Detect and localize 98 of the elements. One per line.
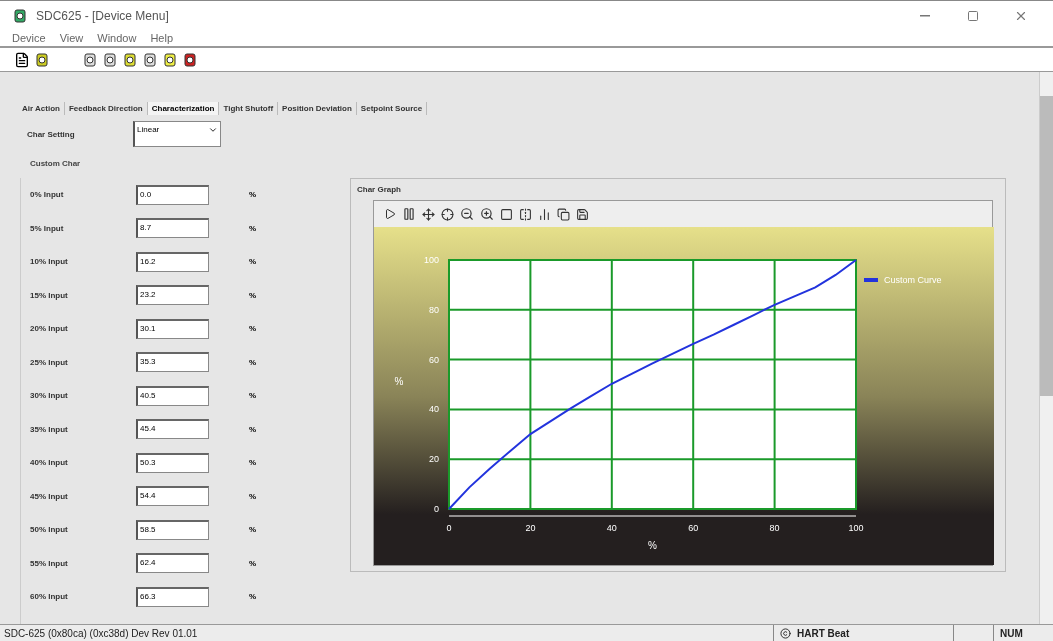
unit-label: %	[249, 558, 257, 568]
input-field[interactable]: 40.5	[136, 385, 209, 406]
input-field[interactable]: 30.1	[136, 318, 209, 339]
input-field[interactable]: 62.4	[136, 553, 209, 574]
tab[interactable]: Air Action	[18, 102, 65, 115]
field-label: 45% Input	[30, 491, 69, 501]
tick-label: 40	[429, 404, 439, 415]
window-title: SDC625 - [Device Menu]	[36, 8, 170, 23]
unit-label: %	[249, 391, 257, 401]
toolbar-icon[interactable]	[182, 51, 198, 68]
maximize-icon	[967, 9, 979, 22]
unit-label: %	[249, 357, 257, 367]
caret-icon	[208, 125, 218, 135]
field-label: 25% Input	[30, 357, 69, 367]
tick-label: 100	[848, 523, 864, 533]
zoom-in-icon[interactable]	[480, 207, 494, 221]
tab[interactable]: Position Deviation	[278, 102, 357, 115]
move-icon[interactable]	[422, 207, 435, 221]
toolbar-icon[interactable]	[102, 51, 118, 68]
field-label: 50% Input	[30, 525, 69, 535]
chart-icon[interactable]	[538, 207, 551, 221]
char-setting-dropdown[interactable]: Linear	[133, 121, 221, 147]
unit-label: %	[249, 324, 257, 334]
legend-label: Custom Curve	[884, 275, 942, 285]
field-label: 5% Input	[30, 223, 65, 233]
menu-item[interactable]: Help	[150, 32, 174, 44]
axis-label: %	[394, 375, 404, 387]
unit-label: %	[249, 290, 257, 300]
input-field[interactable]: 54.4	[136, 486, 209, 507]
input-field[interactable]: 0.0	[136, 184, 209, 205]
field-label: 0% Input	[30, 190, 65, 200]
save-icon[interactable]	[576, 207, 589, 221]
menu-item[interactable]: View	[59, 32, 84, 44]
field-label: 20% Input	[30, 324, 69, 334]
unit-label: %	[249, 223, 257, 233]
tab[interactable]: Feedback Direction	[64, 102, 148, 115]
toolbar-icon[interactable]	[34, 51, 50, 68]
tab[interactable]: Setpoint Source	[356, 102, 428, 115]
field-label: 10% Input	[30, 257, 69, 267]
legend-swatch	[864, 278, 878, 282]
square-icon[interactable]	[500, 207, 513, 221]
tick-label: 100	[423, 255, 439, 265]
tick-label: 0	[434, 504, 439, 514]
tick-label: 60	[688, 523, 699, 533]
input-field[interactable]: 45.4	[136, 419, 209, 440]
toolbar-icon[interactable]	[12, 7, 28, 24]
field-label: 40% Input	[30, 458, 69, 468]
unit-label: %	[249, 592, 257, 602]
input-field[interactable]: 58.5	[136, 519, 209, 540]
field-label: 35% Input	[30, 424, 69, 434]
toolbar-icon[interactable]	[82, 51, 98, 68]
copyright-icon	[780, 627, 791, 639]
new-icon[interactable]	[14, 51, 30, 68]
toolbar-icon[interactable]	[162, 51, 178, 68]
tick-label: 60	[429, 354, 439, 365]
field-label: 60% Input	[30, 592, 69, 602]
tick-label: 40	[606, 523, 617, 533]
unit-label: %	[249, 491, 257, 501]
copy-icon[interactable]	[557, 207, 570, 221]
heartbeat-status: HART Beat	[773, 625, 953, 641]
tick-label: 20	[429, 454, 439, 465]
input-field[interactable]: 16.2	[136, 251, 209, 272]
minimize-icon	[920, 14, 930, 17]
tick-label: 20	[525, 523, 536, 533]
tick-label: 80	[429, 304, 439, 315]
pause-icon[interactable]	[402, 207, 416, 221]
field-label: 15% Input	[30, 290, 69, 300]
input-field[interactable]: 35.3	[136, 352, 209, 373]
input-field[interactable]: 8.7	[136, 218, 209, 239]
flip-icon[interactable]	[519, 207, 532, 221]
input-field[interactable]: 23.2	[136, 285, 209, 306]
unit-label: %	[249, 190, 257, 200]
axis-label: %	[648, 540, 657, 551]
input-field[interactable]: 66.3	[136, 586, 209, 607]
field-label: Char Setting	[27, 129, 76, 139]
toolbar-icon[interactable]	[122, 51, 138, 68]
scrollbar[interactable]	[1039, 72, 1053, 624]
toolbar-icon[interactable]	[142, 51, 158, 68]
unit-label: %	[249, 257, 257, 267]
zoom-out-icon[interactable]	[460, 207, 474, 221]
play-icon[interactable]	[384, 208, 396, 220]
tab[interactable]: Characterization	[147, 102, 220, 115]
tick-label: 0	[446, 523, 452, 533]
input-field[interactable]: 50.3	[136, 452, 209, 473]
crosshair-icon[interactable]	[441, 207, 454, 221]
num-status: NUM	[993, 625, 1053, 641]
field-label: 55% Input	[30, 558, 69, 568]
status-text: SDC-625 (0x80ca) (0xc38d) Dev Rev 01.01	[3, 627, 199, 639]
menu-item[interactable]: Device	[12, 32, 46, 44]
menu-item[interactable]: Window	[97, 32, 137, 44]
unit-label: %	[249, 525, 257, 535]
group-title: Custom Char	[30, 159, 82, 168]
group-title: Char Graph	[357, 185, 402, 194]
tab[interactable]: Tight Shutoff	[219, 102, 279, 115]
field-label: 30% Input	[30, 391, 69, 401]
tick-label: 80	[769, 523, 780, 533]
unit-label: %	[249, 458, 257, 468]
unit-label: %	[249, 424, 257, 434]
